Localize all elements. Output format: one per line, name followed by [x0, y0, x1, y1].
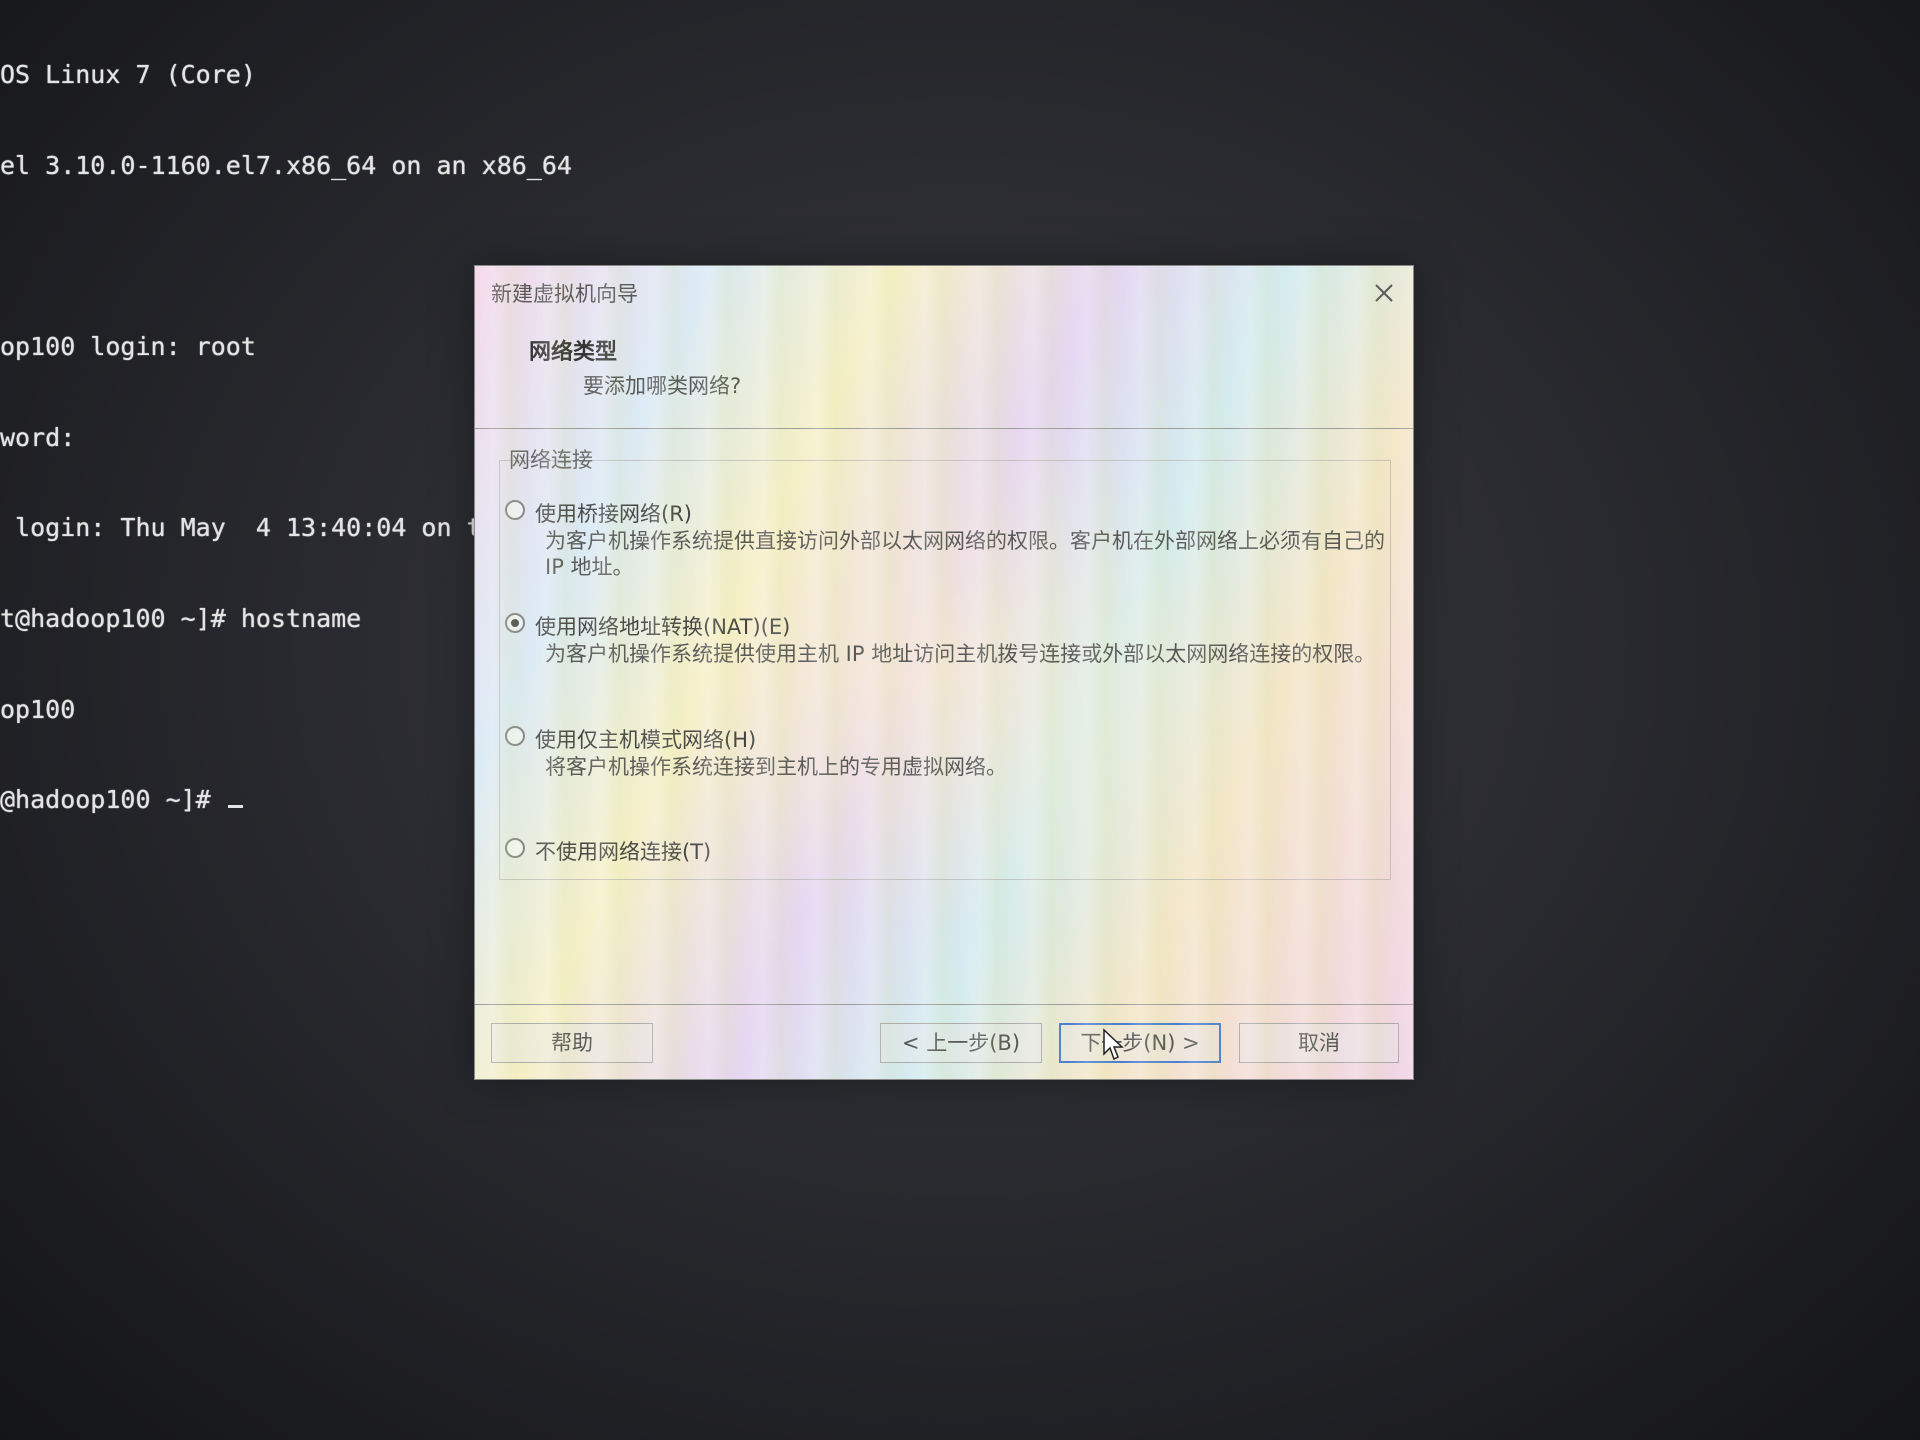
header-divider: [475, 428, 1413, 429]
option-label[interactable]: 不使用网络连接(T): [535, 836, 711, 866]
footer-divider: [475, 1004, 1413, 1005]
terminal-line: OS Linux 7 (Core): [0, 60, 256, 90]
close-icon: [1375, 284, 1393, 302]
page-subtitle: 要添加哪类网络?: [583, 374, 742, 398]
option-label[interactable]: 使用桥接网络(R): [535, 498, 692, 528]
next-button[interactable]: 下一步(N) >: [1059, 1023, 1221, 1063]
option-description: 将客户机操作系统连接到主机上的专用虚拟网络。: [545, 755, 1007, 779]
cancel-button[interactable]: 取消: [1239, 1023, 1399, 1063]
option-description: 为客户机操作系统提供直接访问外部以太网网络的权限。客户机在外部网络上必须有自己的…: [545, 529, 1385, 579]
radio-no-network[interactable]: [505, 838, 525, 858]
terminal-prompt: @hadoop100 ~]#: [0, 785, 226, 815]
back-button[interactable]: < 上一步(B): [880, 1023, 1042, 1063]
close-button[interactable]: [1371, 280, 1397, 306]
option-description: 为客户机操作系统提供使用主机 IP 地址访问主机拨号连接或外部以太网网络连接的权…: [545, 642, 1376, 666]
new-vm-wizard-dialog: 新建虚拟机向导 网络类型 要添加哪类网络? 网络连接 使用桥接网络(R) 为客户…: [474, 265, 1414, 1080]
radio-host-only[interactable]: [505, 726, 525, 746]
terminal-cursor: [227, 805, 243, 809]
help-button[interactable]: 帮助: [491, 1023, 653, 1063]
dialog-title: 新建虚拟机向导: [491, 282, 638, 306]
option-label[interactable]: 使用仅主机模式网络(H): [535, 724, 756, 754]
terminal-line: el 3.10.0-1160.el7.x86_64 on an x86_64: [0, 151, 572, 180]
radio-bridged[interactable]: [505, 500, 525, 520]
option-label[interactable]: 使用网络地址转换(NAT)(E): [535, 611, 790, 641]
radio-selected-dot: [511, 619, 519, 627]
page-title: 网络类型: [529, 340, 618, 365]
radio-nat[interactable]: [505, 613, 525, 633]
mouse-pointer-icon: [1103, 1028, 1124, 1061]
group-label: 网络连接: [509, 448, 593, 472]
